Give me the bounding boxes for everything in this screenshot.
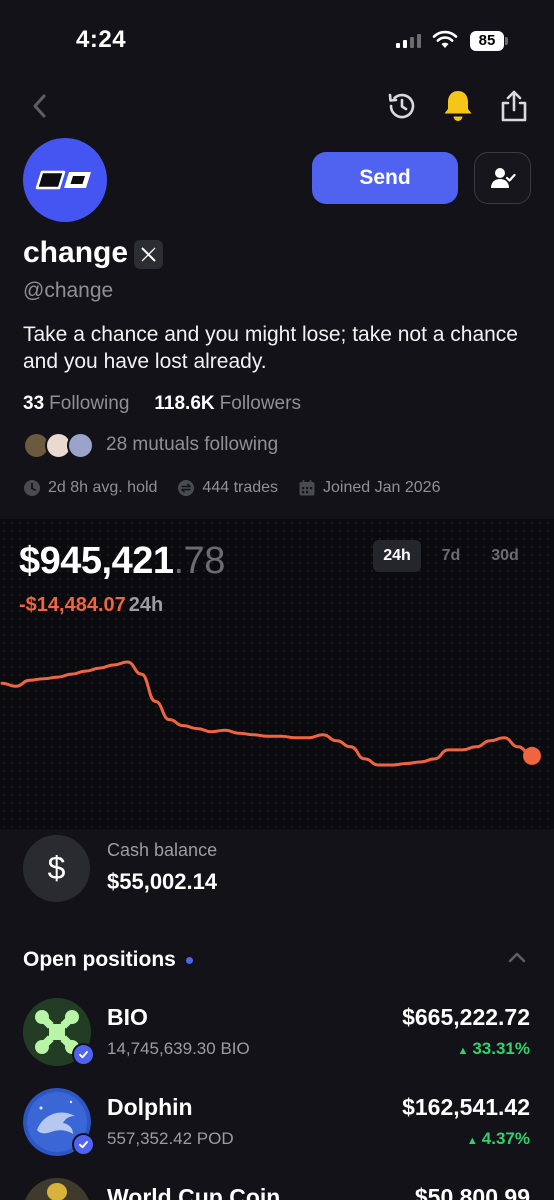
change-logo-icon xyxy=(35,170,91,190)
trophy-logo-icon xyxy=(25,1178,89,1200)
position-change: ▲ 33.31% xyxy=(457,1039,530,1059)
cash-balance-value: $55,002.14 xyxy=(107,869,218,894)
position-name: World Cup Coin xyxy=(107,1184,281,1200)
position-name: Dolphin xyxy=(107,1094,193,1120)
trades-text: 444 trades xyxy=(202,479,279,496)
following-label[interactable]: Following xyxy=(49,393,129,415)
dollar-icon: $ xyxy=(23,835,90,902)
profile-bio: Take a chance and you might lose; take n… xyxy=(23,323,518,373)
position-row-bio[interactable]: BIO 14,745,639.30 BIO $665,222.72 ▲ 33.31… xyxy=(0,998,554,1080)
position-value: $50,800.99 xyxy=(414,1184,530,1200)
mutual-avatars[interactable] xyxy=(23,432,95,459)
trades-stat: 444 trades xyxy=(177,479,278,497)
battery-indicator: 85 xyxy=(470,31,504,51)
cash-balance-label: Cash balance xyxy=(107,840,218,860)
wifi-icon xyxy=(432,30,458,48)
status-time: 4:24 xyxy=(76,26,127,53)
portfolio-change: -$14,484.07 24h xyxy=(19,594,163,617)
follow-user-button[interactable] xyxy=(474,152,531,204)
mutuals-following-text[interactable]: 28 mutuals following xyxy=(106,434,278,456)
followers-count[interactable]: 118.6K xyxy=(154,393,214,415)
range-tab-7d[interactable]: 7d xyxy=(427,540,475,572)
position-quantity: 14,745,639.30 BIO xyxy=(107,1039,250,1058)
history-icon[interactable] xyxy=(385,89,419,123)
position-change: ▲ 4.37% xyxy=(467,1129,530,1149)
avg-hold-text: 2d 8h avg. hold xyxy=(48,479,158,496)
chart-current-point xyxy=(523,746,541,765)
profile-name: change xyxy=(23,236,129,269)
share-icon[interactable] xyxy=(497,88,531,124)
portfolio-change-value: -$14,484.07 xyxy=(19,594,126,616)
clock-icon xyxy=(24,480,40,496)
position-quantity: 557,352.42 POD xyxy=(107,1129,234,1148)
position-change-value: 4.37% xyxy=(481,1129,530,1148)
portfolio-value: $945,421.78 xyxy=(19,540,225,583)
back-chevron-icon[interactable] xyxy=(30,92,50,120)
notification-bell-icon[interactable] xyxy=(441,88,475,124)
x-link-badge[interactable] xyxy=(134,240,163,269)
x-logo-icon xyxy=(141,247,156,262)
position-value: $162,541.42 xyxy=(402,1094,530,1120)
portfolio-value-main: $945,421 xyxy=(19,540,174,582)
range-tab-30d[interactable]: 30d xyxy=(481,540,529,572)
profile-avatar xyxy=(23,138,107,222)
new-indicator-dot xyxy=(185,956,193,964)
user-check-icon xyxy=(490,168,516,188)
joined-stat: Joined Jan 2026 xyxy=(298,479,440,497)
follow-stats: 33 Following 118.6K Followers xyxy=(23,393,301,415)
profile-handle: @change xyxy=(23,279,114,302)
position-name: BIO xyxy=(107,1004,148,1030)
position-change-value: 33.31% xyxy=(472,1039,530,1058)
swap-icon xyxy=(178,480,195,496)
portfolio-value-cents: .78 xyxy=(173,540,226,582)
range-tabs: 24h 7d 30d xyxy=(373,540,529,572)
up-triangle-icon: ▲ xyxy=(466,1135,478,1147)
portfolio-change-period: 24h xyxy=(128,594,164,616)
up-triangle-icon: ▲ xyxy=(457,1045,469,1057)
send-button[interactable]: Send xyxy=(312,152,458,204)
chart-series-line xyxy=(0,660,534,767)
world-cup-coin-logo xyxy=(23,1178,91,1200)
portfolio-chart[interactable] xyxy=(0,640,554,780)
position-row-world-cup-coin[interactable]: World Cup Coin $50,800.99 xyxy=(0,1178,554,1200)
position-row-dolphin[interactable]: Dolphin 557,352.42 POD $162,541.42 ▲ 4.37… xyxy=(0,1088,554,1170)
calendar-icon xyxy=(299,480,315,496)
followers-label[interactable]: Followers xyxy=(220,393,301,415)
position-value: $665,222.72 xyxy=(402,1004,530,1030)
verified-badge-icon xyxy=(72,1133,95,1156)
open-positions-header[interactable]: Open positions xyxy=(23,948,193,972)
profile-meta-row: 2d 8h avg. hold 444 trades Joined Jan 20… xyxy=(23,479,460,497)
battery-tip xyxy=(505,37,508,45)
verified-badge-icon xyxy=(72,1043,95,1066)
open-positions-title: Open positions xyxy=(23,948,176,971)
joined-text: Joined Jan 2026 xyxy=(323,479,441,496)
mutual-avatar xyxy=(67,432,94,459)
cellular-signal-icon xyxy=(396,34,421,48)
avg-hold-stat: 2d 8h avg. hold xyxy=(23,479,157,497)
range-tab-24h[interactable]: 24h xyxy=(373,540,421,572)
chevron-up-icon[interactable] xyxy=(507,950,527,964)
following-count[interactable]: 33 xyxy=(23,393,44,415)
